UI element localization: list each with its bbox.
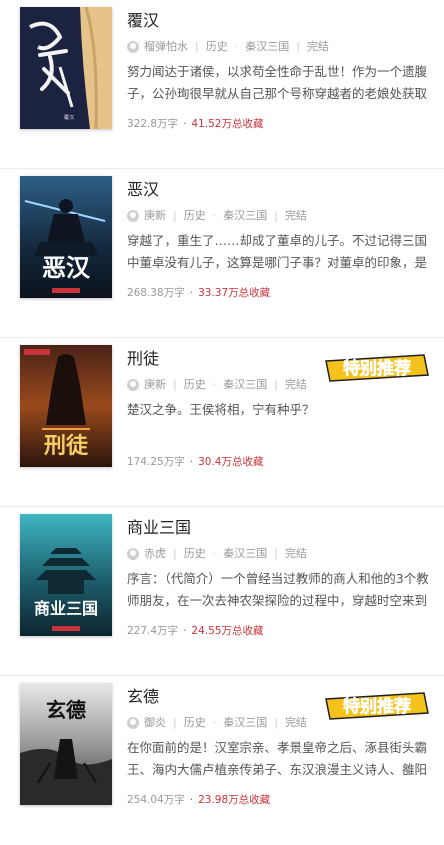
subcategory[interactable]: 秦汉三国 bbox=[223, 715, 267, 731]
subcategory[interactable]: 秦汉三国 bbox=[245, 39, 289, 55]
author-avatar-icon bbox=[127, 379, 139, 391]
separator: | bbox=[274, 716, 278, 729]
word-count: 174.25万字 bbox=[127, 456, 185, 468]
book-cover[interactable]: 覆汉 bbox=[20, 7, 112, 129]
separator: · bbox=[212, 547, 217, 560]
book-description: 在你面前的是！汉室宗亲、孝景皇帝之后、涿县街头霸王、海内大儒卢植亲传弟子、东汉浪… bbox=[127, 740, 428, 777]
book-stats: 174.25万字 · 30.4万总收藏 bbox=[127, 455, 430, 469]
book-item[interactable]: 玄德 玄德 御炎 | 历史 · 秦汉三国 | 完结 在你面前的是！汉室宗亲、孝景… bbox=[0, 676, 444, 845]
dot-separator: · bbox=[189, 287, 194, 299]
separator: | bbox=[195, 40, 199, 53]
book-cover[interactable]: 玄德 bbox=[20, 683, 112, 805]
separator: | bbox=[173, 209, 177, 222]
status: 完结 bbox=[306, 40, 329, 53]
author-avatar-icon bbox=[127, 41, 139, 53]
cover-title: 恶汉 bbox=[42, 253, 91, 282]
book-cover[interactable]: 恶汉 bbox=[20, 176, 112, 298]
book-cover[interactable]: 刑徒 bbox=[20, 345, 112, 467]
cover-title: 刑徒 bbox=[44, 433, 89, 459]
book-meta: 庚新 | 历史 · 秦汉三国 | 完结 bbox=[127, 208, 430, 224]
subcategory[interactable]: 秦汉三国 bbox=[223, 208, 267, 224]
author-name[interactable]: 榴弹怕水 bbox=[144, 39, 188, 55]
category[interactable]: 历史 bbox=[184, 208, 206, 224]
subcategory[interactable]: 秦汉三国 bbox=[223, 377, 267, 393]
separator: | bbox=[173, 716, 177, 729]
book-item[interactable]: 覆汉 覆汉 榴弹怕水 | 历史 · 秦汉三国 | 完结 努力闻达于诸侯，以求苟全… bbox=[0, 0, 444, 169]
dot-separator: · bbox=[183, 118, 187, 130]
book-info: 恶汉 庚新 | 历史 · 秦汉三国 | 完结 穿越了，重生了……却成了董卓的儿子… bbox=[127, 179, 430, 300]
featured-badge: 特别推荐 bbox=[325, 354, 429, 382]
author-name[interactable]: 庚新 bbox=[144, 377, 166, 393]
separator: | bbox=[274, 378, 278, 391]
book-meta: 榴弹怕水 | 历史 · 秦汉三国 | 完结 bbox=[127, 39, 430, 55]
book-title[interactable]: 商业三国 bbox=[127, 517, 430, 539]
status: 完结 bbox=[284, 547, 307, 560]
cover-title: 玄德 bbox=[46, 698, 86, 722]
book-stats: 254.04万字 · 23.98万总收藏 bbox=[127, 793, 430, 807]
badge-text: 特别推荐 bbox=[343, 358, 411, 379]
author-avatar-icon bbox=[127, 548, 139, 560]
category[interactable]: 历史 bbox=[184, 377, 206, 393]
author-avatar-icon bbox=[127, 210, 139, 222]
category[interactable]: 历史 bbox=[184, 715, 206, 731]
subcategory[interactable]: 秦汉三国 bbox=[223, 546, 267, 562]
separator: | bbox=[173, 378, 177, 391]
separator: · bbox=[212, 716, 217, 729]
favorites-count: 33.37万总收藏 bbox=[198, 287, 271, 299]
separator: | bbox=[274, 209, 278, 222]
book-description: 努力闻达于诸侯，以求苟全性命于乱世！作为一个遗腹子，公孙珣很早就从自己那个号称穿… bbox=[127, 64, 428, 101]
book-stats: 268.38万字 · 33.37万总收藏 bbox=[127, 286, 430, 300]
author-name[interactable]: 赤虎 bbox=[144, 546, 166, 562]
book-description: 序言：（代简介）一个曾经当过教师的商人和他的3个教师朋友，在一次去神农架探险的过… bbox=[127, 571, 429, 608]
book-info: 商业三国 赤虎 | 历史 · 秦汉三国 | 完结 序言：（代简介）一个曾经当过教… bbox=[127, 517, 430, 638]
separator: · bbox=[212, 378, 217, 391]
book-description: 穿越了，重生了……却成了董卓的儿子。不过记得三国中董卓没有儿子，这算是哪门子事？… bbox=[127, 233, 428, 270]
book-info: 覆汉 榴弹怕水 | 历史 · 秦汉三国 | 完结 努力闻达于诸侯，以求苟全性命于… bbox=[127, 10, 430, 131]
book-stats: 227.4万字 · 24.55万总收藏 bbox=[127, 624, 430, 638]
book-title[interactable]: 恶汉 bbox=[127, 179, 430, 201]
status: 完结 bbox=[284, 716, 307, 729]
book-cover[interactable]: 商业三国 bbox=[20, 514, 112, 636]
favorites-count: 41.52万总收藏 bbox=[191, 118, 264, 130]
book-item[interactable]: 刑徒 刑徒 庚新 | 历史 · 秦汉三国 | 完结 楚汉之争。王侯将相，宁有种乎… bbox=[0, 338, 444, 507]
separator: · bbox=[234, 40, 239, 53]
book-list: 覆汉 覆汉 榴弹怕水 | 历史 · 秦汉三国 | 完结 努力闻达于诸侯，以求苟全… bbox=[0, 0, 444, 845]
word-count: 268.38万字 bbox=[127, 287, 185, 299]
word-count: 254.04万字 bbox=[127, 794, 185, 806]
featured-badge: 特别推荐 bbox=[325, 692, 429, 720]
favorites-count: 23.98万总收藏 bbox=[198, 794, 271, 806]
word-count: 227.4万字 bbox=[127, 625, 179, 637]
category[interactable]: 历史 bbox=[184, 546, 206, 562]
cover-title: 覆汉 bbox=[64, 114, 74, 121]
status: 完结 bbox=[284, 209, 307, 222]
author-name[interactable]: 庚新 bbox=[144, 208, 166, 224]
book-stats: 322.8万字 · 41.52万总收藏 bbox=[127, 117, 430, 131]
separator: | bbox=[274, 547, 278, 560]
dot-separator: · bbox=[183, 625, 187, 637]
book-title[interactable]: 覆汉 bbox=[127, 10, 430, 32]
dot-separator: · bbox=[189, 456, 194, 468]
dot-separator: · bbox=[189, 794, 194, 806]
book-item[interactable]: 商业三国 商业三国 赤虎 | 历史 · 秦汉三国 | 完结 序言：（代简介）一个… bbox=[0, 507, 444, 676]
author-name[interactable]: 御炎 bbox=[144, 715, 166, 731]
category[interactable]: 历史 bbox=[206, 39, 228, 55]
separator: | bbox=[296, 40, 300, 53]
book-meta: 赤虎 | 历史 · 秦汉三国 | 完结 bbox=[127, 546, 430, 562]
word-count: 322.8万字 bbox=[127, 118, 179, 130]
book-item[interactable]: 恶汉 恶汉 庚新 | 历史 · 秦汉三国 | 完结 穿越了，重生了……却成了董卓… bbox=[0, 169, 444, 338]
separator: | bbox=[173, 547, 177, 560]
favorites-count: 30.4万总收藏 bbox=[198, 456, 264, 468]
separator: · bbox=[212, 209, 217, 222]
badge-text: 特别推荐 bbox=[343, 696, 411, 717]
author-avatar-icon bbox=[127, 717, 139, 729]
cover-title: 商业三国 bbox=[34, 599, 98, 618]
favorites-count: 24.55万总收藏 bbox=[191, 625, 264, 637]
book-description: 楚汉之争。王侯将相，宁有种乎？ bbox=[127, 402, 315, 417]
status: 完结 bbox=[284, 378, 307, 391]
